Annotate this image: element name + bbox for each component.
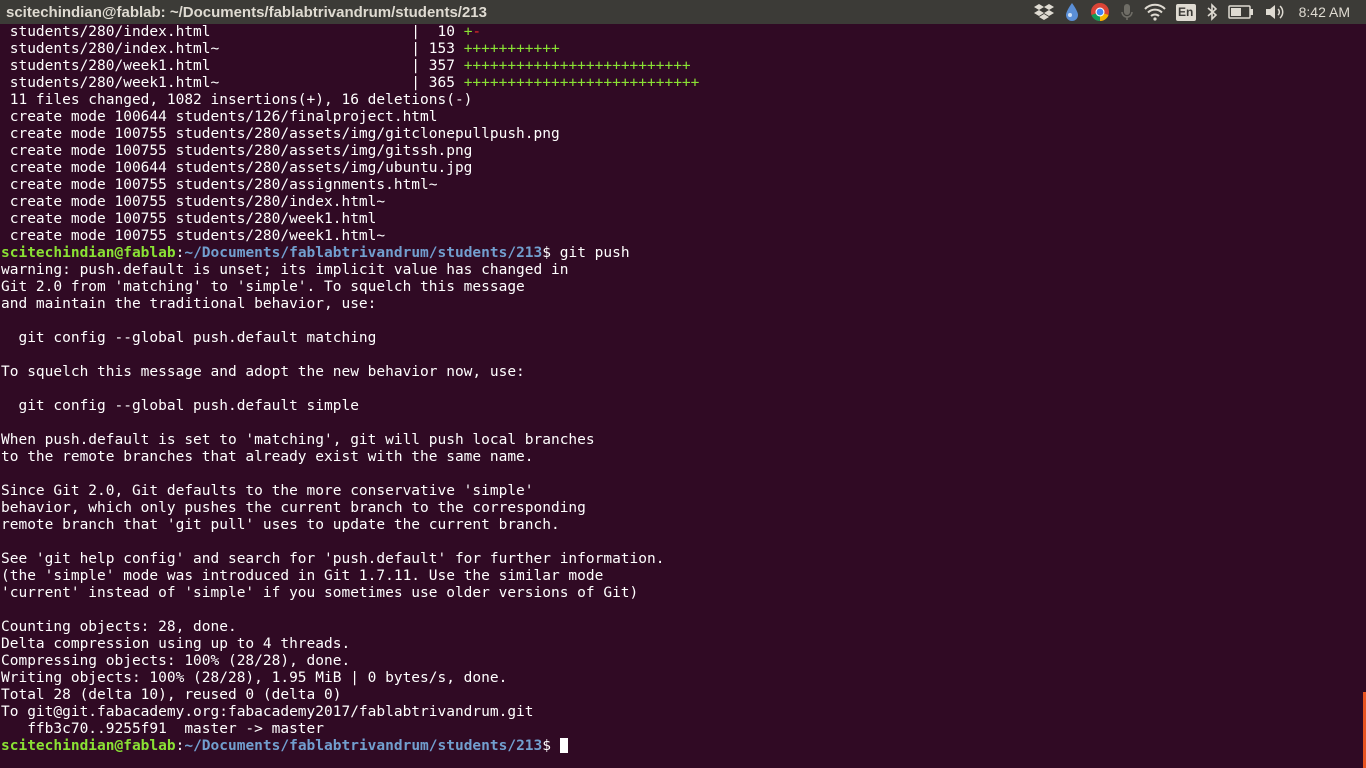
output-line: create mode 100644 students/126/finalpro… xyxy=(1,109,438,125)
output-line: create mode 100755 students/280/week1.ht… xyxy=(1,211,377,227)
terminal-window[interactable]: students/280/index.html | 10 +- students… xyxy=(0,24,1366,768)
output-line: 'current' instead of 'simple' if you som… xyxy=(1,585,639,601)
prompt-user: scitechindian@fablab xyxy=(1,738,176,754)
output-line: behavior, which only pushes the current … xyxy=(1,500,586,516)
output-line: See 'git help config' and search for 'pu… xyxy=(1,551,665,567)
output-line: and maintain the traditional behavior, u… xyxy=(1,296,377,312)
command-text: git push xyxy=(559,245,630,261)
prompt-symbol: $ xyxy=(542,245,560,261)
diffstat-line: students/280/index.html~ | 153 +++++++++… xyxy=(1,41,1366,58)
prompt-user: scitechindian@fablab xyxy=(1,245,176,261)
diffstat-line: students/280/week1.html~ | 365 +++++++++… xyxy=(1,75,1366,92)
diffstat-deletions: - xyxy=(472,24,482,40)
output-line: create mode 100755 students/280/index.ht… xyxy=(1,194,386,210)
output-line: remote branch that 'git pull' uses to up… xyxy=(1,517,560,533)
prompt-path: ~/Documents/fablabtrivandrum/students/21… xyxy=(184,245,543,261)
system-tray: En 8:42 AM xyxy=(1029,0,1366,24)
output-line: Delta compression using up to 4 threads. xyxy=(1,636,351,652)
current-prompt-line: scitechindian@fablab:~/Documents/fablabt… xyxy=(1,738,1366,755)
diffstat-insertions: +++++++++++ xyxy=(463,41,560,57)
diffstat-line: students/280/week1.html | 357 ++++++++++… xyxy=(1,58,1366,75)
command-line: scitechindian@fablab:~/Documents/fablabt… xyxy=(1,245,1366,262)
output-line: create mode 100755 students/280/assets/i… xyxy=(1,143,473,159)
output-line: to the remote branches that already exis… xyxy=(1,449,534,465)
microphone-icon[interactable] xyxy=(1120,0,1134,24)
prompt-symbol: $ xyxy=(542,738,560,754)
diffstat-insertions: ++++++++++++++++++++++++++ xyxy=(463,58,691,74)
output-line: git config --global push.default simple xyxy=(1,398,359,414)
output-line: Counting objects: 28, done. xyxy=(1,619,237,635)
text-cursor xyxy=(559,738,568,753)
output-line: warning: push.default is unset; its impl… xyxy=(1,262,569,278)
output-line: When push.default is set to 'matching', … xyxy=(1,432,595,448)
output-line: create mode 100755 students/280/assets/i… xyxy=(1,126,560,142)
window-title: scitechindian@fablab: ~/Documents/fablab… xyxy=(6,3,487,21)
output-line: To squelch this message and adopt the ne… xyxy=(1,364,525,380)
output-line: To git@git.fabacademy.org:fabacademy2017… xyxy=(1,704,534,720)
output-line: create mode 100644 students/280/assets/i… xyxy=(1,160,473,176)
wifi-icon[interactable] xyxy=(1143,0,1166,24)
output-line: git config --global push.default matchin… xyxy=(1,330,377,346)
clock[interactable]: 8:42 AM xyxy=(1299,0,1350,24)
output-line: Writing objects: 100% (28/28), 1.95 MiB … xyxy=(1,670,508,686)
output-line: create mode 100755 students/280/week1.ht… xyxy=(1,228,386,244)
terminal-output: students/280/index.html | 10 +- students… xyxy=(0,24,1366,755)
battery-icon[interactable] xyxy=(1227,0,1254,24)
language-label: En xyxy=(1175,3,1196,21)
output-line: Compressing objects: 100% (28/28), done. xyxy=(1,653,351,669)
diffstat-file: students/280/week1.html~ | 365 xyxy=(1,75,464,91)
output-line: Git 2.0 from 'matching' to 'simple'. To … xyxy=(1,279,525,295)
volume-icon[interactable] xyxy=(1264,0,1286,24)
output-line: ffb3c70..9255f91 master -> master xyxy=(1,721,325,737)
bluetooth-icon[interactable] xyxy=(1206,0,1218,24)
chrome-icon[interactable] xyxy=(1090,0,1110,24)
dropbox-icon[interactable] xyxy=(1033,0,1054,24)
output-line: create mode 100755 students/280/assignme… xyxy=(1,177,438,193)
diffstat-line: students/280/index.html | 10 +- xyxy=(1,24,1366,41)
keyboard-language-icon[interactable]: En xyxy=(1175,0,1196,24)
output-line: (the 'simple' mode was introduced in Git… xyxy=(1,568,604,584)
diffstat-file: students/280/index.html~ | 153 xyxy=(1,41,464,57)
diffstat-insertions: +++++++++++++++++++++++++++ xyxy=(463,75,700,91)
top-panel: scitechindian@fablab: ~/Documents/fablab… xyxy=(0,0,1366,24)
drop-icon[interactable] xyxy=(1064,0,1080,24)
output-line: 11 files changed, 1082 insertions(+), 16… xyxy=(1,92,473,108)
diffstat-file: students/280/index.html | 10 xyxy=(1,24,464,40)
diffstat-file: students/280/week1.html | 357 xyxy=(1,58,464,74)
prompt-path: ~/Documents/fablabtrivandrum/students/21… xyxy=(184,738,543,754)
output-line: Total 28 (delta 10), reused 0 (delta 0) xyxy=(1,687,342,703)
output-line: Since Git 2.0, Git defaults to the more … xyxy=(1,483,534,499)
